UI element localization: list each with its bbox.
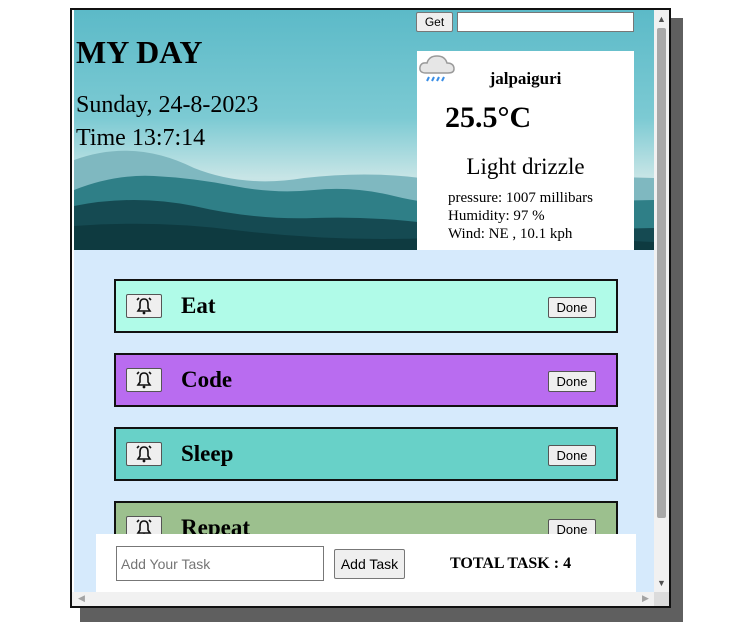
scroll-up-arrow-icon[interactable]: ▲: [657, 14, 666, 24]
alarm-bell-icon: [136, 445, 152, 463]
time-value: 13:7:14: [131, 125, 206, 151]
task-item-sleep: Sleep Done: [114, 427, 618, 481]
add-task-footer: Add Task TOTAL TASK : 4: [96, 534, 636, 592]
alarm-bell-icon: [136, 371, 152, 389]
done-button[interactable]: Done: [548, 445, 596, 466]
drizzle-cloud-icon: [419, 55, 455, 82]
add-task-button[interactable]: Add Task: [334, 549, 405, 579]
done-button[interactable]: Done: [548, 297, 596, 318]
page-title: MY DAY: [76, 34, 203, 70]
humidity-text: Humidity: 97 %: [448, 208, 545, 224]
scroll-down-arrow-icon[interactable]: ▼: [657, 578, 666, 588]
alarm-button[interactable]: [126, 368, 162, 392]
task-name: Eat: [181, 293, 216, 318]
get-weather-button[interactable]: Get: [416, 12, 453, 32]
vertical-scrollbar[interactable]: ▲ ▼: [654, 10, 669, 592]
weather-details: pressure: 1007 millibars Humidity: 97 % …: [448, 189, 593, 243]
horizontal-scrollbar[interactable]: ◀ ▶: [72, 592, 654, 606]
task-item-code: Code Done: [114, 353, 618, 407]
weather-card: jalpaiguri 25.5°C Light drizzle pressure…: [417, 51, 634, 250]
page-viewport: MY DAY Sunday, 24-8-2023 Time 13:7:14 Ge…: [74, 10, 654, 592]
wind-text: Wind: NE , 10.1 kph: [448, 226, 573, 242]
scrollbar-thumb[interactable]: [657, 28, 666, 518]
task-name: Sleep: [181, 441, 234, 466]
city-input[interactable]: [457, 12, 634, 32]
alarm-bell-icon: [136, 297, 152, 315]
weather-condition: Light drizzle: [466, 154, 585, 179]
time-text: Time 13:7:14: [76, 125, 205, 152]
scroll-right-arrow-icon[interactable]: ▶: [642, 593, 649, 604]
task-name: Code: [181, 367, 233, 392]
scroll-left-arrow-icon[interactable]: ◀: [78, 593, 85, 604]
alarm-button[interactable]: [126, 442, 162, 466]
task-input[interactable]: [116, 546, 324, 581]
time-label: Time: [76, 125, 126, 151]
header-hero: MY DAY Sunday, 24-8-2023 Time 13:7:14 Ge…: [74, 10, 654, 250]
temperature: 25.5°C: [445, 101, 532, 134]
date-text: Sunday, 24-8-2023: [76, 92, 259, 118]
task-item-eat: Eat Done: [114, 279, 618, 333]
pressure-text: pressure: 1007 millibars: [448, 190, 593, 206]
done-button[interactable]: Done: [548, 371, 596, 392]
total-task-count: TOTAL TASK : 4: [450, 555, 572, 572]
scrollbar-corner: [654, 592, 669, 606]
alarm-button[interactable]: [126, 294, 162, 318]
browser-window: MY DAY Sunday, 24-8-2023 Time 13:7:14 Ge…: [70, 8, 671, 608]
